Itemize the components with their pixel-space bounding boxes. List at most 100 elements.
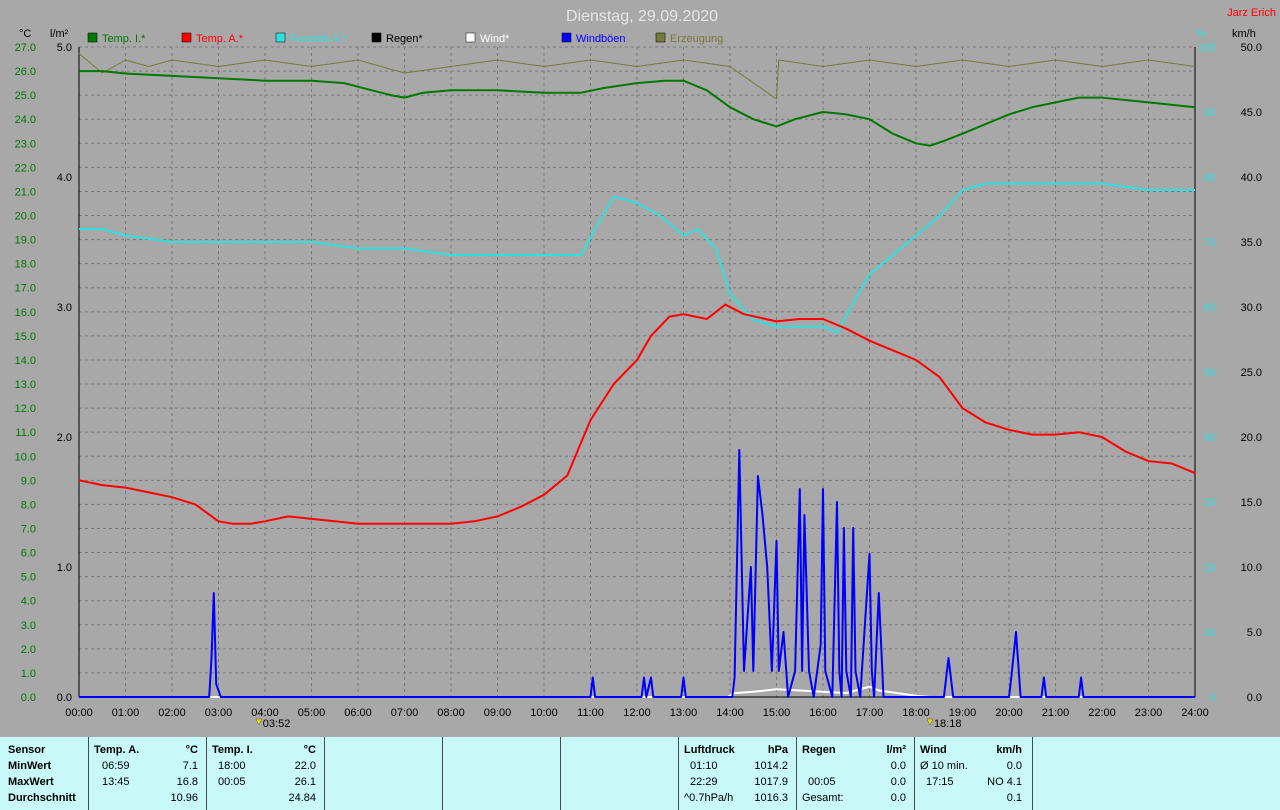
humidity-tick-label: 60 <box>1204 302 1216 314</box>
temp-unit-label: °C <box>19 28 31 40</box>
wind-tick-label: 5.0 <box>1247 627 1262 639</box>
temp-a-avg: 10.96 <box>170 792 198 804</box>
rain-tick-label: 2.0 <box>57 432 72 444</box>
temp-tick-label: 18.0 <box>15 259 36 271</box>
time-tick-label: 02:00 <box>158 707 186 719</box>
stats-max-row: MaxWert 13:45 16.8 00:05 26.1 22:29 1017… <box>0 776 1280 792</box>
time-tick-label: 08:00 <box>437 707 465 719</box>
legend-label: Windböen <box>576 33 626 45</box>
humidity-tick-label: 0 <box>1210 692 1216 704</box>
max-label: MaxWert <box>8 776 54 788</box>
legend-label: Erzeugung <box>670 33 723 45</box>
temp-i-min: 22.0 <box>294 760 316 772</box>
rain-header: Regen <box>802 744 836 756</box>
temp-a-unit: °C <box>185 744 198 756</box>
weather-chart: Dienstag, 29.09.2020 Jarz Erich °C l/m² … <box>15 7 1276 730</box>
time-tick-label: 13:00 <box>670 707 698 719</box>
stats-min-row: MinWert 06:59 7.1 18:00 22.0 01:10 1014.… <box>0 760 1280 776</box>
humidity-tick-label: 20 <box>1204 562 1216 574</box>
wind-tick-label: 30.0 <box>1241 302 1262 314</box>
wind-tick-label: 50.0 <box>1241 42 1262 54</box>
temp-tick-label: 12.0 <box>15 403 36 415</box>
chart-legend: Temp. I.* Temp. A.* Feuchte A.* Regen* Wind*… <box>87 32 723 45</box>
time-tick-label: 18:00 <box>902 707 930 719</box>
wind-unit-label: km/h <box>1232 28 1256 40</box>
sun-markers: 03:52 18:18 <box>255 718 961 730</box>
pressure-avg: 1016.3 <box>754 792 788 804</box>
humidity-tick-label: 40 <box>1204 432 1216 444</box>
pressure-min: 1014.2 <box>754 760 788 772</box>
rain-total: 0.0 <box>890 792 906 804</box>
time-tick-label: 10:00 <box>530 707 558 719</box>
time-tick-label: 01:00 <box>112 707 140 719</box>
time-tick-label: 00:00 <box>65 707 93 719</box>
sunrise-label: 03:52 <box>263 718 291 730</box>
legend-swatch <box>371 32 382 43</box>
avg-label: Durchschnitt <box>8 792 76 804</box>
temp-i-max: 26.1 <box>294 776 316 788</box>
wind-unit: km/h <box>996 744 1022 756</box>
time-tick-label: 07:00 <box>391 707 419 719</box>
legend-label: Regen* <box>386 33 423 45</box>
legend-swatch <box>181 32 192 43</box>
rain-unit-label: l/m² <box>50 28 69 40</box>
temp-tick-label: 15.0 <box>15 331 36 343</box>
rain-tick-label: 3.0 <box>57 302 72 314</box>
time-tick-label: 20:00 <box>995 707 1023 719</box>
temp-tick-label: 14.0 <box>15 355 36 367</box>
time-tick-label: 23:00 <box>1135 707 1163 719</box>
humidity-unit-label: % <box>1196 28 1206 40</box>
legend-label: Feuchte A.* <box>290 33 348 45</box>
time-tick-label: 24:00 <box>1181 707 1209 719</box>
temp-i-header: Temp. I. <box>212 744 253 756</box>
pressure-unit: hPa <box>767 744 788 756</box>
pressure-min-time: 01:10 <box>690 760 718 772</box>
temp-a-min-time: 06:59 <box>102 760 130 772</box>
wind-tick-label: 15.0 <box>1241 497 1262 509</box>
temp-tick-label: 19.0 <box>15 235 36 247</box>
rain-tick-label: 0.0 <box>57 692 72 704</box>
temp-tick-label: 26.0 <box>15 66 36 78</box>
temp-tick-label: 21.0 <box>15 186 36 198</box>
stats-header-row: Sensor Temp. A. °C Temp. I. °C Luftdruck… <box>0 744 1280 760</box>
temp-tick-label: 20.0 <box>15 211 36 223</box>
legend-swatch <box>561 32 572 43</box>
temp-tick-label: 27.0 <box>15 42 36 54</box>
legend-swatch <box>275 32 286 43</box>
temp-a-header: Temp. A. <box>94 744 140 756</box>
temp-tick-label: 2.0 <box>21 644 36 656</box>
wind-avg: 0.1 <box>1006 792 1022 804</box>
sensor-header: Sensor <box>8 744 46 756</box>
pressure-trend-label: ^0.7hPa/h <box>684 792 734 804</box>
temp-i-avg: 24.84 <box>288 792 316 804</box>
humidity-tick-label: 80 <box>1204 172 1216 184</box>
temp-i-max-time: 00:05 <box>218 776 246 788</box>
temp-tick-label: 11.0 <box>15 427 36 439</box>
wind-min: 0.0 <box>1006 760 1022 772</box>
time-tick-label: 17:00 <box>856 707 884 719</box>
rain-max-time: 00:05 <box>808 776 836 788</box>
temp-tick-label: 17.0 <box>15 283 36 295</box>
legend-swatch <box>87 32 98 43</box>
humidity-tick-label: 30 <box>1204 497 1216 509</box>
temp-a-min: 7.1 <box>182 760 198 772</box>
time-tick-label: 12:00 <box>623 707 651 719</box>
statistics-panel: Sensor Temp. A. °C Temp. I. °C Luftdruck… <box>0 737 1280 810</box>
wind-header: Wind <box>920 744 947 756</box>
legend-swatch <box>465 32 476 43</box>
rain-min: 0.0 <box>890 760 906 772</box>
temp-tick-label: 13.0 <box>15 379 36 391</box>
temp-tick-label: 5.0 <box>21 572 36 584</box>
humidity-tick-label: 70 <box>1204 237 1216 249</box>
time-tick-label: 03:00 <box>205 707 233 719</box>
wind-tick-label: 35.0 <box>1241 237 1262 249</box>
humidity-tick-label: 90 <box>1204 107 1216 119</box>
wind-tick-label: 45.0 <box>1241 107 1262 119</box>
chart-title: Dienstag, 29.09.2020 <box>566 8 718 25</box>
time-tick-label: 09:00 <box>484 707 512 719</box>
legend-label: Temp. A.* <box>196 33 244 45</box>
stats-avg-row: Durchschnitt 10.96 24.84 ^0.7hPa/h 1016.… <box>0 792 1280 808</box>
temp-tick-label: 4.0 <box>21 596 36 608</box>
temp-tick-label: 10.0 <box>15 451 36 463</box>
temp-tick-label: 6.0 <box>21 548 36 560</box>
